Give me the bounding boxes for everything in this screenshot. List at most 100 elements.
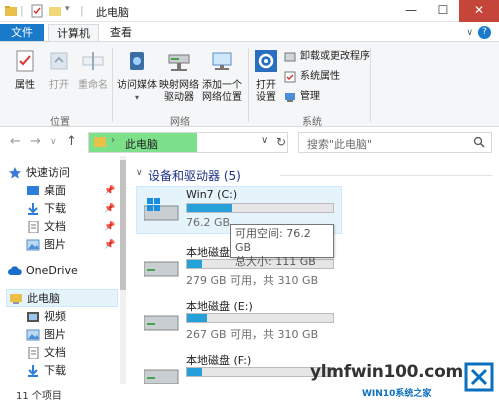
sidebar-item-this-pc[interactable]: 此电脑: [6, 289, 118, 307]
group-divider: [112, 48, 113, 122]
hard-drive-icon: [144, 261, 179, 277]
documents-icon: [28, 221, 39, 233]
drive-item[interactable]: 本地磁盘 (E:) 267 GB 可用，共 310 GB: [130, 296, 499, 344]
recent-dropdown-icon[interactable]: ∨: [50, 137, 57, 147]
tab-file[interactable]: 文件: [0, 24, 44, 42]
rename-button[interactable]: 重命名: [76, 48, 110, 92]
pin-icon[interactable]: 📌: [104, 240, 115, 250]
breadcrumb-chevron-icon[interactable]: ›: [111, 135, 115, 146]
minimize-button[interactable]: —: [395, 0, 427, 22]
search-icon[interactable]: [473, 136, 485, 148]
videos-icon: [27, 312, 39, 322]
sidebar-label: 快速访问: [26, 166, 70, 179]
tab-computer[interactable]: 计算机: [48, 24, 99, 42]
sidebar-item-quick-access[interactable]: 快速访问: [6, 164, 118, 182]
drive-size: 76.2 GB: [186, 216, 231, 229]
sidebar-label: 此电脑: [27, 292, 60, 305]
sidebar-label: 视频: [44, 310, 66, 323]
title-divider: |: [20, 4, 24, 17]
drive-usage-bar: [186, 313, 334, 323]
map-drive-label-line2: 驱动器: [164, 92, 194, 103]
maximize-button[interactable]: ☐: [427, 0, 459, 22]
forward-arrow-icon[interactable]: →: [30, 134, 41, 149]
manage-label: 管理: [300, 91, 320, 102]
download-icon: [28, 365, 38, 377]
sidebar-label: 下载: [44, 202, 66, 215]
sidebar-label: 图片: [44, 238, 66, 251]
tab-view[interactable]: 查看: [102, 24, 140, 42]
address-dropdown-icon[interactable]: ∨: [261, 135, 268, 146]
sidebar-scrollbar-thumb[interactable]: [120, 160, 126, 290]
collapse-ribbon-icon[interactable]: ∨: [466, 28, 473, 38]
ribbon: 属性 打开 重命名 位置 访问媒体 ▾ 映射网络 驱动器 添加一个 网络位置 网…: [0, 41, 499, 128]
manage-button[interactable]: 管理: [284, 90, 320, 104]
network-location-icon: [212, 52, 232, 70]
settings-gear-icon: [255, 50, 277, 72]
access-media-dropdown-icon: ▾: [134, 93, 139, 102]
sidebar-item-desktop[interactable]: 桌面: [24, 182, 104, 200]
sidebar-label: 文档: [44, 346, 66, 359]
refresh-icon[interactable]: ↻: [276, 135, 286, 149]
sidebar-item-videos[interactable]: 视频: [24, 308, 114, 326]
new-folder-icon[interactable]: [48, 4, 62, 18]
open-settings-button[interactable]: 打开 设置: [252, 48, 280, 104]
map-network-drive-button[interactable]: 映射网络 驱动器: [158, 48, 200, 104]
search-input[interactable]: 搜索"此电脑": [307, 136, 372, 152]
access-media-button[interactable]: 访问媒体 ▾: [116, 48, 158, 104]
sidebar-label: 桌面: [44, 184, 66, 197]
watermark-logo-icon: [464, 362, 494, 392]
back-arrow-icon[interactable]: ←: [10, 134, 21, 149]
open-button[interactable]: 打开: [44, 48, 74, 92]
drive-name: 本地磁盘 (E:): [186, 300, 253, 313]
documents-icon: [28, 347, 39, 359]
network-drive-icon: [168, 54, 190, 71]
hard-drive-icon: [144, 315, 179, 331]
drive-name: 本地磁盘: [186, 246, 230, 259]
hard-drive-icon: [144, 369, 179, 384]
up-arrow-icon[interactable]: ↑: [66, 134, 77, 149]
add-location-label-line1: 添加一个: [202, 80, 242, 91]
properties-button[interactable]: 属性: [8, 48, 42, 92]
sidebar-item-downloads[interactable]: 下载: [24, 200, 104, 218]
add-network-location-button[interactable]: 添加一个 网络位置: [200, 48, 244, 104]
ribbon-tabs: 文件 计算机 查看 ∨ ?: [0, 22, 499, 42]
pin-icon[interactable]: 📌: [104, 204, 115, 214]
sidebar-item-downloads-pc[interactable]: 下载: [24, 362, 114, 380]
sidebar-item-onedrive[interactable]: OneDrive: [6, 262, 118, 280]
pictures-icon: [26, 239, 40, 251]
sidebar-item-pictures[interactable]: 图片: [24, 236, 104, 254]
sidebar-label: OneDrive: [26, 264, 78, 277]
help-icon[interactable]: ?: [478, 26, 491, 39]
location-group-label: 位置: [50, 117, 70, 128]
folder-icon[interactable]: [4, 4, 18, 18]
pin-icon[interactable]: 📌: [104, 222, 115, 232]
system-properties-button[interactable]: 系统属性: [284, 70, 340, 84]
drive-usage-fill: [187, 204, 233, 212]
media-icon: [130, 52, 144, 70]
address-row: ← → ∨ ↑ › 此电脑 ∨ ↻ 搜索"此电脑": [0, 128, 499, 156]
computer-icon: [94, 137, 106, 147]
properties-icon[interactable]: [30, 4, 44, 18]
address-bar[interactable]: › 此电脑 ∨ ↻: [88, 132, 288, 153]
pin-icon[interactable]: 📌: [104, 186, 115, 196]
uninstall-program-button[interactable]: 卸载或更改程序: [284, 50, 370, 64]
network-group-label: 网络: [170, 117, 190, 128]
system-group-label: 系统: [302, 117, 322, 128]
system-properties-label: 系统属性: [300, 71, 340, 82]
drive-name: 本地磁盘 (F:): [186, 354, 252, 367]
drive-size: 279 GB 可用，共 310 GB: [186, 274, 319, 287]
section-divider: [280, 175, 492, 176]
section-collapse-icon[interactable]: ∨: [136, 168, 143, 178]
desktop-icon: [27, 186, 39, 195]
close-button[interactable]: ✕: [459, 0, 499, 22]
sidebar-scrollbar[interactable]: [120, 156, 126, 384]
title-bar: | ▾ | 此电脑 — ☐ ✕: [0, 0, 499, 22]
sidebar-item-documents-pc[interactable]: 文档: [24, 344, 114, 362]
sidebar-item-documents[interactable]: 文档: [24, 218, 104, 236]
sidebar-item-pictures-pc[interactable]: 图片: [24, 326, 114, 344]
download-icon: [28, 203, 38, 215]
search-box[interactable]: 搜索"此电脑": [298, 132, 492, 153]
section-title[interactable]: 设备和驱动器 (5): [148, 167, 241, 184]
qat-dropdown-icon[interactable]: ▾: [65, 4, 70, 14]
breadcrumb-this-pc[interactable]: 此电脑: [125, 136, 158, 152]
